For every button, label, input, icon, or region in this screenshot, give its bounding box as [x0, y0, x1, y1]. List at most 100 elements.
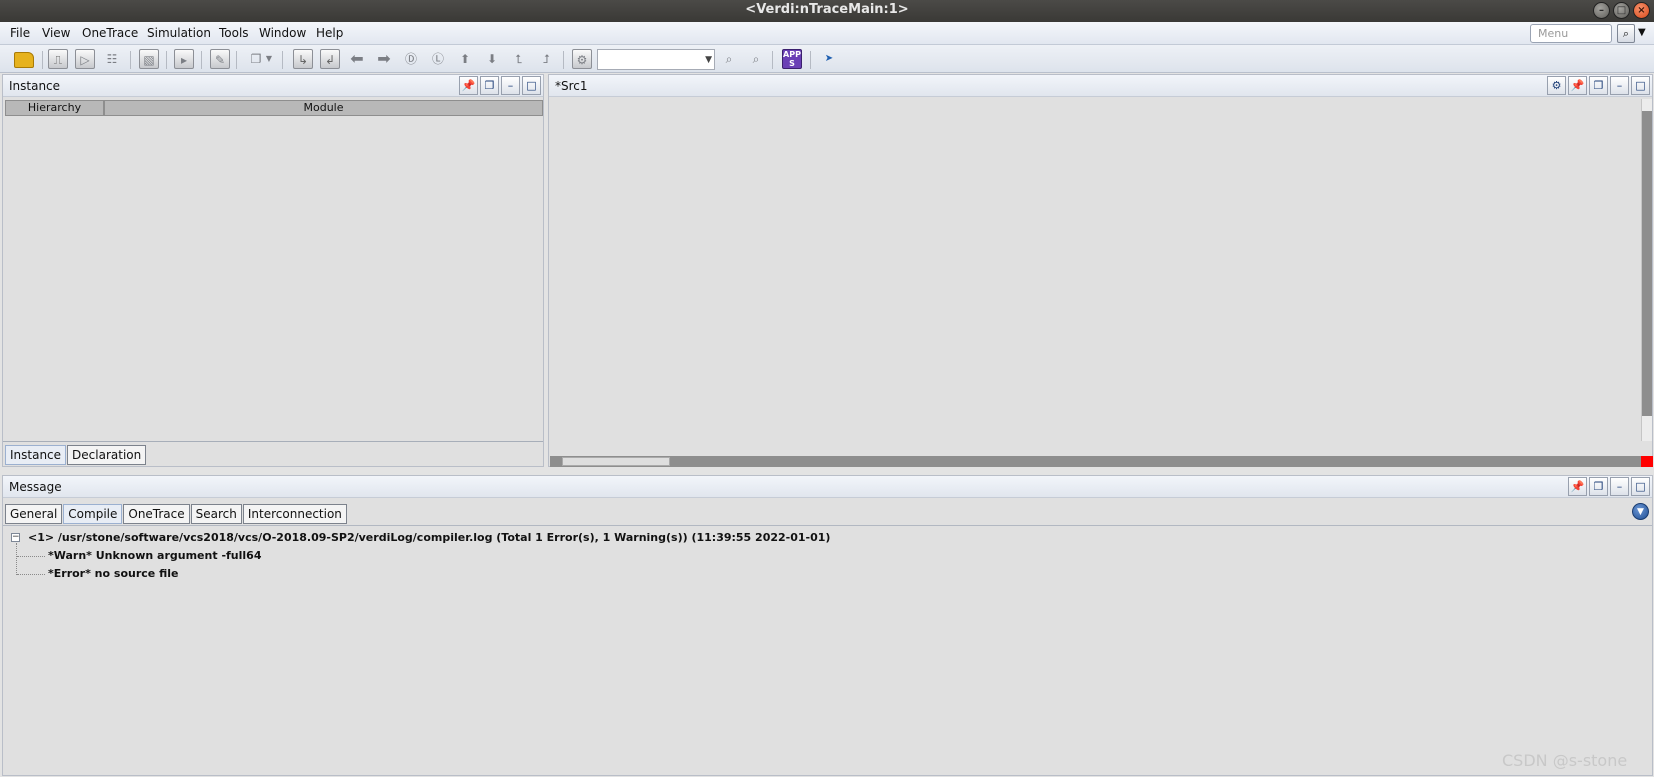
menu-window[interactable]: Window [259, 26, 306, 40]
tab-general[interactable]: General [5, 504, 63, 524]
tab-compile[interactable]: Compile [63, 504, 123, 524]
console-icon[interactable]: ▸ [174, 49, 194, 69]
minimize-panel-icon[interactable]: – [501, 76, 520, 95]
message-panel: Message 📌 ❐ – □ General Compile OneTrace… [2, 475, 1653, 776]
message-panel-header: Message 📌 ❐ – □ [3, 476, 1652, 498]
scrollbar-thumb[interactable] [562, 457, 670, 466]
scrollbar-track[interactable] [1642, 111, 1652, 416]
trace-drivers-icon[interactable]: ↳ [293, 49, 313, 69]
source-panel-header: *Src1 ⚙ 📌 ❐ – □ [549, 75, 1652, 97]
signal-combo[interactable]: ▼ [597, 49, 715, 70]
undock-icon[interactable]: ❐ [480, 76, 499, 95]
window-titlebar: <Verdi:nTraceMain:1> – □ × [0, 0, 1654, 22]
down-circle-icon[interactable]: ⬇ [482, 49, 502, 69]
message-tabs: General Compile OneTrace Search Intercon… [5, 504, 347, 524]
maximize-panel-icon[interactable]: □ [1631, 76, 1650, 95]
down-scope-icon[interactable]: ⮥ [536, 49, 556, 69]
tree-guide [16, 543, 17, 575]
toolbar-separator [166, 51, 167, 69]
toolbar: ⎍ ▷ ☷ ▧ ▸ ✎ ❐ ▼ ↳ ↲ ⬅ ➡ Ⓓ Ⓛ ⬆ ⬇ ⮤ ⮥ ⚙ ▼ … [0, 45, 1654, 73]
tab-declaration[interactable]: Declaration [67, 445, 147, 465]
maximize-panel-icon[interactable]: □ [1631, 477, 1650, 496]
chevron-down-icon[interactable]: ▼ [264, 49, 274, 69]
state-machine-icon[interactable]: ▧ [139, 49, 159, 69]
watermark: CSDN @s-stone [1502, 751, 1628, 770]
tab-instance[interactable]: Instance [5, 445, 67, 465]
column-hierarchy[interactable]: Hierarchy [5, 100, 104, 116]
divider [3, 525, 1652, 526]
back-arrow-icon[interactable]: ⬅ [347, 49, 367, 69]
tab-interconnection[interactable]: Interconnection [242, 504, 347, 524]
new-waveform-icon[interactable]: ⎍ [48, 49, 68, 69]
instance-tabs: Instance Declaration [5, 445, 147, 465]
log-entry-error[interactable]: *Error* no source file [48, 567, 178, 580]
status-indicator [1641, 456, 1653, 467]
menu-file[interactable]: File [10, 26, 30, 40]
undock-icon[interactable]: ❐ [1589, 76, 1608, 95]
horizontal-scrollbar[interactable] [550, 456, 1641, 467]
find-icon[interactable]: ⌕ [719, 49, 739, 69]
menu-tools[interactable]: Tools [219, 26, 249, 40]
pin-icon[interactable]: 📌 [1568, 76, 1587, 95]
toolbar-separator [130, 51, 131, 69]
menubar: File View OneTrace Simulation Tools Wind… [0, 22, 1654, 45]
edit-source-icon[interactable]: ✎ [210, 49, 230, 69]
undock-icon[interactable]: ❐ [1589, 477, 1608, 496]
forward-arrow-icon[interactable]: ➡ [374, 49, 394, 69]
divider [3, 441, 543, 442]
search-icon[interactable]: ⌕ [1617, 24, 1635, 43]
menu-help[interactable]: Help [316, 26, 343, 40]
menu-search-input[interactable]: Menu [1530, 24, 1612, 43]
menu-view[interactable]: View [42, 26, 70, 40]
pin-icon[interactable]: 📌 [459, 76, 478, 95]
maximize-panel-icon[interactable]: □ [522, 76, 541, 95]
window-title: <Verdi:nTraceMain:1> [745, 2, 909, 17]
instance-panel-header: Instance 📌 ❐ – □ [3, 75, 543, 97]
toolbar-separator [282, 51, 283, 69]
column-module[interactable]: Module [104, 100, 543, 116]
line-icon[interactable]: Ⓛ [428, 49, 448, 69]
close-button[interactable]: × [1633, 2, 1650, 19]
tree-guide [17, 556, 45, 557]
source-panel-title: *Src1 [555, 79, 588, 93]
log-entry-warning[interactable]: *Warn* Unknown argument -full64 [48, 549, 261, 562]
tab-search[interactable]: Search [190, 504, 242, 524]
toolbar-separator [236, 51, 237, 69]
menu-simulation[interactable]: Simulation [147, 26, 211, 40]
minimize-panel-icon[interactable]: – [1610, 76, 1629, 95]
chevron-down-icon[interactable]: ▼ [1638, 27, 1646, 38]
apps-icon[interactable]: APP S [782, 49, 802, 69]
hierarchy-tree-icon[interactable]: ☷ [102, 49, 122, 69]
toolbar-separator [201, 51, 202, 69]
tab-onetrace[interactable]: OneTrace [123, 504, 190, 524]
maximize-button[interactable]: □ [1613, 2, 1630, 19]
up-scope-icon[interactable]: ⮤ [509, 49, 529, 69]
minimize-panel-icon[interactable]: – [1610, 477, 1629, 496]
toolbar-separator [42, 51, 43, 69]
toolbar-separator [563, 51, 564, 69]
find-next-icon[interactable]: ⌕ [746, 49, 766, 69]
definition-icon[interactable]: Ⓓ [401, 49, 421, 69]
tree-collapse-toggle[interactable]: − [11, 533, 20, 542]
new-schematic-icon[interactable]: ▷ [75, 49, 95, 69]
vertical-scrollbar[interactable] [1641, 99, 1652, 441]
instance-panel-title: Instance [9, 79, 61, 93]
signal-icon[interactable]: ⚙ [572, 49, 592, 69]
chevron-down-icon[interactable]: ▼ [705, 55, 712, 65]
pin-icon[interactable]: 📌 [1568, 477, 1587, 496]
instance-panel: Instance 📌 ❐ – □ Hierarchy Module Instan… [2, 74, 544, 467]
copy-icon[interactable]: ❐ [246, 49, 266, 69]
trace-loads-icon[interactable]: ↲ [320, 49, 340, 69]
up-circle-icon[interactable]: ⬆ [455, 49, 475, 69]
chevron-down-icon[interactable]: ▼ [1632, 503, 1649, 520]
message-panel-title: Message [9, 480, 62, 494]
open-folder-icon[interactable] [14, 52, 34, 68]
source-panel: *Src1 ⚙ 📌 ❐ – □ [548, 74, 1653, 467]
tree-guide [17, 574, 45, 575]
settings-icon[interactable]: ⚙ [1547, 76, 1566, 95]
minimize-button[interactable]: – [1593, 2, 1610, 19]
log-header[interactable]: <1> /usr/stone/software/vcs2018/vcs/O-20… [28, 531, 830, 544]
toolbar-separator [772, 51, 773, 69]
systemverilog-icon[interactable]: ➤ [819, 49, 839, 69]
menu-onetrace[interactable]: OneTrace [82, 26, 138, 40]
